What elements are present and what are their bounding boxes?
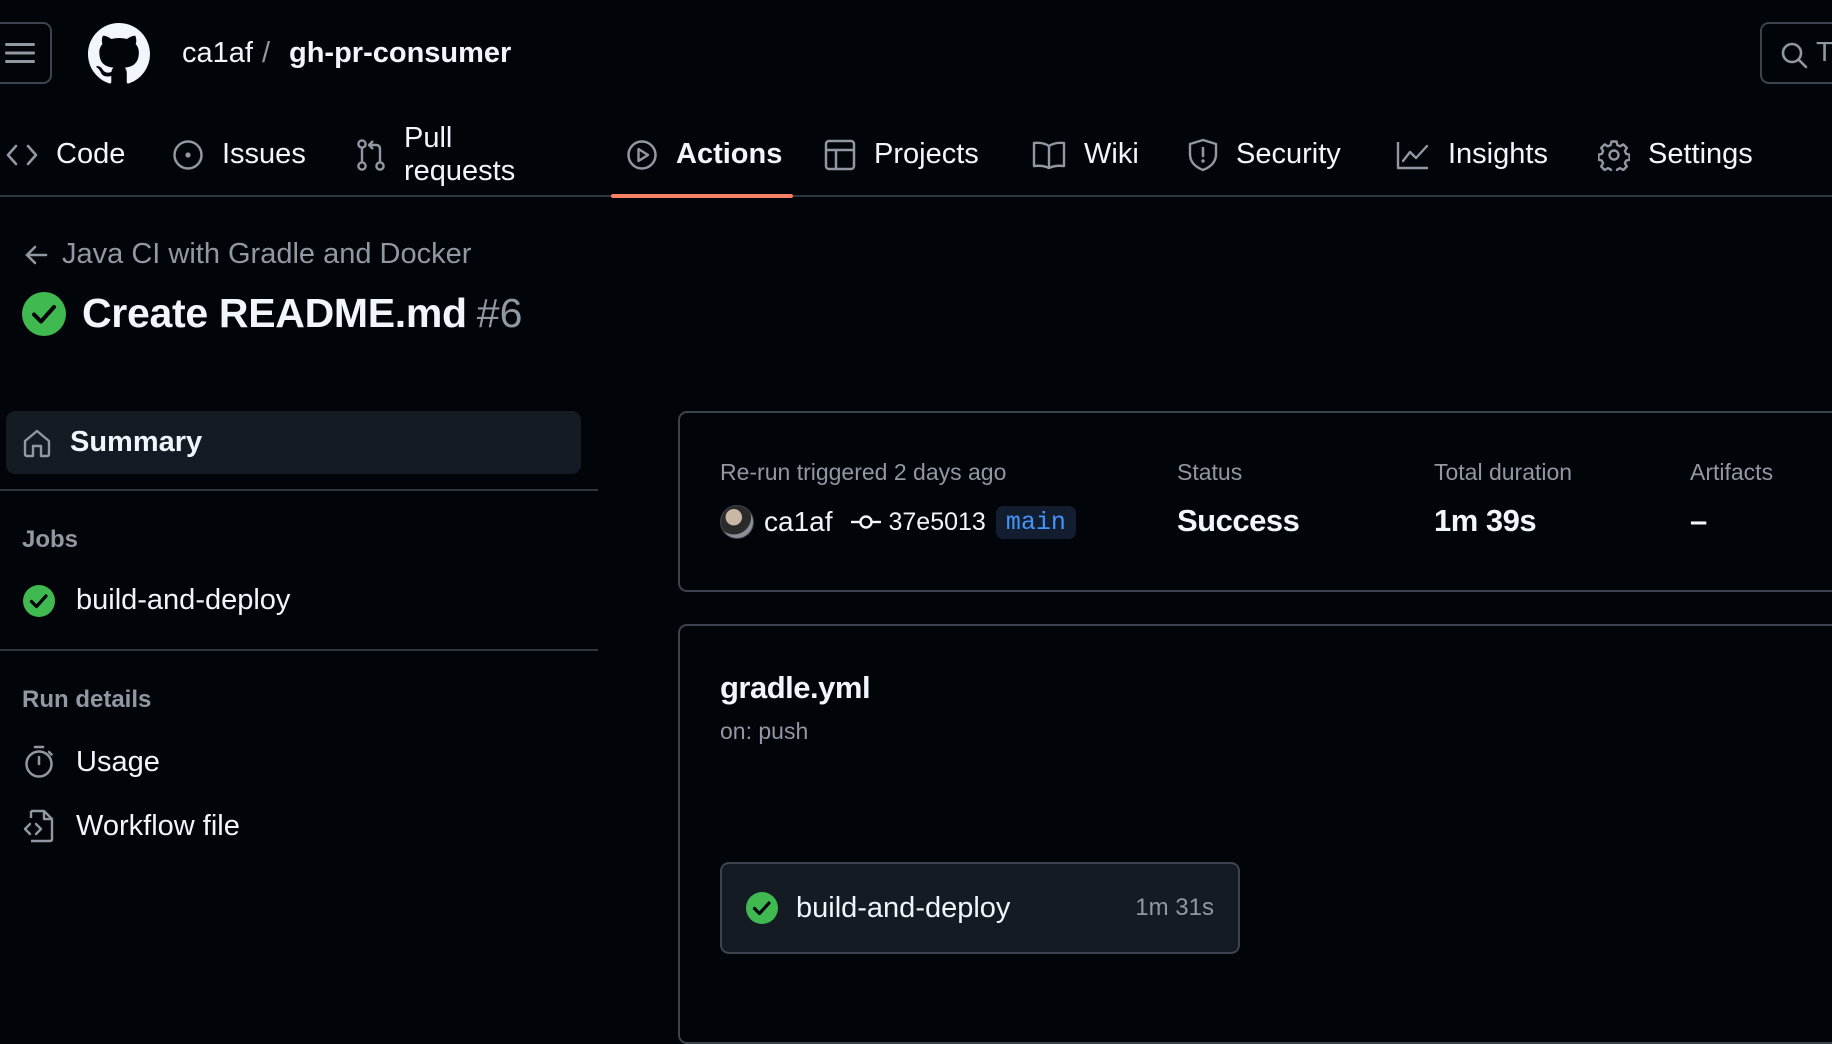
run-details-heading: Run details <box>22 686 152 713</box>
tab-actions[interactable]: Actions <box>626 112 782 197</box>
artifacts-value: – <box>1690 503 1707 538</box>
workflow-file-name: gradle.yml <box>720 670 871 705</box>
sidebar-item-label: Summary <box>70 426 203 458</box>
trigger-label: Re-run triggered 2 days ago <box>720 459 1007 485</box>
book-icon <box>1032 140 1066 170</box>
tab-security[interactable]: Security <box>1188 112 1341 197</box>
run-commit-title: Create README.md <box>82 290 467 336</box>
tab-label: Security <box>1236 138 1341 170</box>
check-circle-fill-icon <box>22 584 56 617</box>
issue-opened-icon <box>172 139 204 171</box>
tab-label: Settings <box>1648 138 1753 170</box>
tab-label: Actions <box>676 138 783 170</box>
breadcrumb-separator: / <box>262 37 271 69</box>
commit-sha: 37e5013 <box>888 507 986 536</box>
gear-icon <box>1598 139 1630 171</box>
workflow-trigger: on: push <box>720 718 809 744</box>
sidebar-item-summary[interactable]: Summary <box>6 411 581 474</box>
sidebar-divider <box>0 649 598 651</box>
sidebar-item-workflow-file[interactable]: Workflow file <box>22 809 240 843</box>
workflow-graph-panel: gradle.yml on: push build-and-deploy 1m … <box>678 624 1832 1044</box>
status-label: Status <box>1177 459 1243 485</box>
duration-label: Total duration <box>1434 459 1573 485</box>
tab-label: Wiki <box>1084 138 1139 170</box>
play-icon <box>626 139 658 171</box>
tab-label: Issues <box>222 138 306 170</box>
search-hint: T <box>1816 36 1832 67</box>
actor-name[interactable]: ca1af <box>764 506 833 538</box>
sidebar-divider <box>0 489 598 491</box>
repo-owner-link[interactable]: ca1af <box>182 34 253 72</box>
job-name: build-and-deploy <box>796 891 1011 924</box>
tab-wiki[interactable]: Wiki <box>1032 112 1139 197</box>
run-number: #6 <box>476 290 523 336</box>
file-code-icon <box>22 809 56 843</box>
run-actor: ca1af 37e5013 main <box>720 505 1076 539</box>
tab-projects[interactable]: Projects <box>824 112 979 197</box>
table-icon <box>824 139 856 171</box>
check-circle-fill-icon <box>22 291 66 336</box>
arrow-left-icon <box>25 245 48 264</box>
job-card-build-and-deploy[interactable]: build-and-deploy 1m 31s <box>720 862 1240 954</box>
repo-header: ca1af / gh-pr-consumer T Code Issues Pul… <box>0 0 1832 198</box>
duration-value: 1m 39s <box>1434 503 1537 538</box>
hamburger-menu-button[interactable] <box>0 22 52 84</box>
artifacts-label: Artifacts <box>1690 459 1774 485</box>
search-button[interactable]: T <box>1760 22 1832 84</box>
tab-label: Insights <box>1448 138 1548 170</box>
active-tab-indicator <box>611 194 793 198</box>
jobs-heading: Jobs <box>22 526 79 553</box>
graph-icon <box>1396 140 1430 170</box>
tab-pull-requests[interactable]: Pull requests <box>356 112 515 197</box>
search-icon <box>1781 42 1808 69</box>
git-pull-request-icon <box>356 138 386 171</box>
tab-issues[interactable]: Issues <box>172 112 306 197</box>
repo-name-link[interactable]: gh-pr-consumer <box>289 34 511 72</box>
hamburger-icon <box>5 43 35 63</box>
sidebar-item-label: Usage <box>76 745 160 778</box>
tab-label: Pull requests <box>404 121 516 187</box>
tab-settings[interactable]: Settings <box>1598 112 1753 197</box>
git-commit-icon <box>850 515 881 529</box>
avatar[interactable] <box>720 505 754 539</box>
tab-code[interactable]: Code <box>6 112 125 197</box>
commit-link[interactable]: 37e5013 <box>850 507 986 537</box>
tab-label: Projects <box>874 138 979 170</box>
code-icon <box>6 143 38 167</box>
sidebar-job-build-and-deploy[interactable]: build-and-deploy <box>22 584 290 617</box>
tab-insights[interactable]: Insights <box>1396 112 1548 197</box>
shield-icon <box>1188 138 1218 172</box>
check-circle-fill-icon <box>746 892 778 924</box>
run-title: Create README.md #6 <box>22 290 522 337</box>
sidebar-item-usage[interactable]: Usage <box>22 745 160 779</box>
tab-label: Code <box>56 138 126 170</box>
run-summary-panel: Re-run triggered 2 days ago ca1af 37e501… <box>678 411 1832 592</box>
workflow-name: Java CI with Gradle and Docker <box>62 238 472 270</box>
github-logo-icon[interactable] <box>88 23 150 85</box>
sidebar-item-label: Workflow file <box>76 809 240 842</box>
home-icon <box>23 429 51 457</box>
sidebar-item-label: build-and-deploy <box>76 584 291 616</box>
back-to-workflow-link[interactable]: Java CI with Gradle and Docker <box>24 238 471 271</box>
job-duration: 1m 31s <box>1135 894 1214 921</box>
branch-label[interactable]: main <box>995 505 1076 539</box>
status-value: Success <box>1177 503 1300 538</box>
stopwatch-icon <box>22 745 56 779</box>
